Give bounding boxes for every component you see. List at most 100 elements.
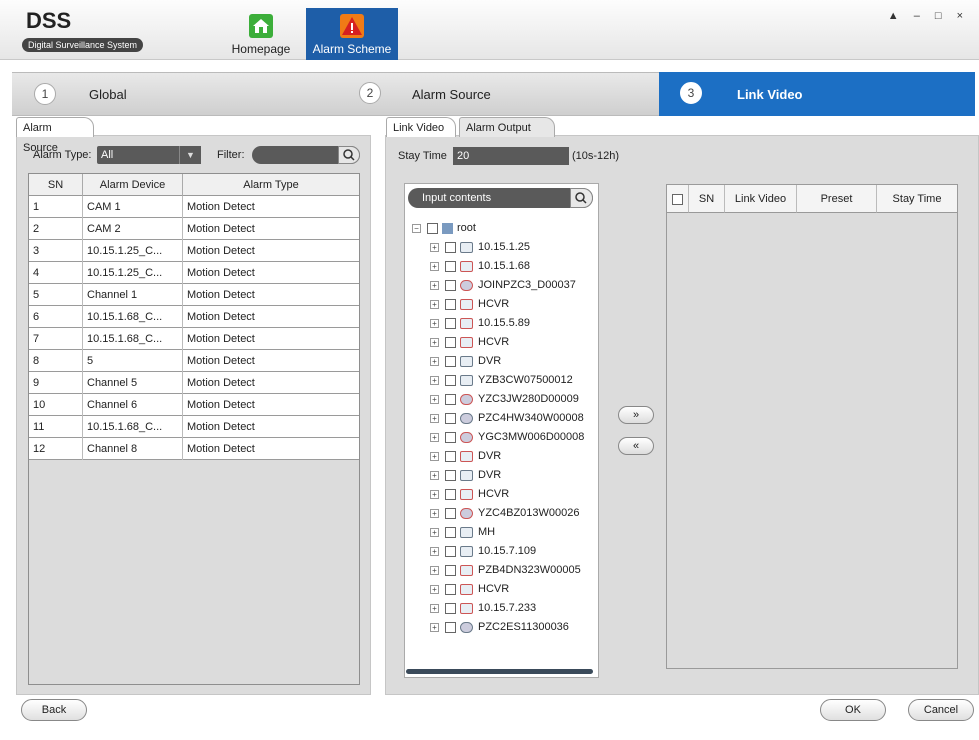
table-row[interactable]: 11 10.15.1.68_C... Motion Detect — [29, 416, 359, 438]
checkbox[interactable] — [445, 526, 456, 538]
checkbox[interactable] — [672, 193, 683, 205]
checkbox[interactable] — [445, 317, 456, 329]
tree-node[interactable]: + DVR — [430, 466, 501, 485]
checkbox[interactable] — [427, 222, 438, 234]
table-row[interactable]: 4 10.15.1.25_C... Motion Detect — [29, 262, 359, 284]
expand-icon[interactable]: + — [430, 546, 439, 556]
tree-search-input[interactable]: Input contents — [408, 188, 593, 208]
expand-icon[interactable]: + — [430, 489, 439, 499]
tree-node[interactable]: + YZC4BZ013W00026 — [430, 504, 580, 523]
tree-node[interactable]: + YZB3CW07500012 — [430, 371, 573, 390]
expand-icon[interactable]: + — [430, 470, 439, 480]
tree-node[interactable]: + PZC4HW340W00008 — [430, 409, 584, 428]
column-header-stay-time[interactable]: Stay Time — [877, 185, 957, 213]
tree-node[interactable]: +10.15.7.109 — [430, 542, 536, 561]
table-row[interactable]: 8 5 Motion Detect — [29, 350, 359, 372]
tab-alarm-source[interactable]: Alarm Source — [16, 117, 94, 154]
tree-node[interactable]: + JOINPZC3_D00037 — [430, 276, 576, 295]
table-row[interactable]: 2 CAM 2 Motion Detect — [29, 218, 359, 240]
checkbox[interactable] — [445, 412, 456, 424]
tree-node[interactable]: + HCVR — [430, 485, 509, 504]
tree-node[interactable]: + DVR — [430, 352, 501, 371]
tree-node[interactable]: + YZC3JW280D00009 — [430, 390, 579, 409]
tab-alarm-output[interactable]: Alarm Output — [459, 117, 555, 137]
remove-link-button[interactable]: « — [618, 437, 654, 455]
expand-icon[interactable]: + — [430, 261, 439, 271]
checkbox[interactable] — [445, 488, 456, 500]
table-row[interactable]: 5 Channel 1 Motion Detect — [29, 284, 359, 306]
checkbox[interactable] — [445, 279, 456, 291]
table-row[interactable]: 12 Channel 8 Motion Detect — [29, 438, 359, 460]
nav-homepage-button[interactable]: Homepage — [226, 10, 296, 60]
collapse-icon[interactable]: − — [412, 223, 421, 233]
expand-icon[interactable]: + — [430, 527, 439, 537]
tree-node[interactable]: +10.15.1.68 — [430, 257, 530, 276]
column-header-sn[interactable]: SN — [689, 185, 725, 213]
tree-node[interactable]: + MH — [430, 523, 495, 542]
step-1-label[interactable]: Global — [89, 87, 127, 102]
checkbox[interactable] — [445, 260, 456, 272]
expand-icon[interactable]: + — [430, 356, 439, 366]
nav-alarm-scheme-button[interactable]: Alarm Scheme — [306, 8, 398, 60]
expand-icon[interactable]: + — [430, 413, 439, 423]
expand-icon[interactable]: + — [430, 451, 439, 461]
checkbox[interactable] — [445, 241, 456, 253]
expand-icon[interactable]: + — [430, 280, 439, 290]
table-row[interactable]: 6 10.15.1.68_C... Motion Detect — [29, 306, 359, 328]
tree-node[interactable]: + PZB4DN323W00005 — [430, 561, 581, 580]
horizontal-scrollbar[interactable] — [406, 669, 593, 674]
table-row[interactable]: 1 CAM 1 Motion Detect — [29, 196, 359, 218]
table-row[interactable]: 3 10.15.1.25_C... Motion Detect — [29, 240, 359, 262]
column-header-link-video[interactable]: Link Video — [725, 185, 797, 213]
checkbox[interactable] — [445, 374, 456, 386]
checkbox[interactable] — [445, 545, 456, 557]
tree-node[interactable]: +10.15.5.89 — [430, 314, 530, 333]
column-header-alarm-type[interactable]: Alarm Type — [183, 174, 359, 196]
step-3-active[interactable] — [659, 72, 975, 116]
checkbox[interactable] — [445, 469, 456, 481]
tree-node[interactable]: + YGC3MW006D00008 — [430, 428, 584, 447]
expand-icon[interactable]: + — [430, 584, 439, 594]
checkbox[interactable] — [445, 355, 456, 367]
chevron-down-icon[interactable]: ▼ — [179, 146, 201, 164]
checkbox[interactable] — [445, 393, 456, 405]
checkbox[interactable] — [445, 431, 456, 443]
expand-icon[interactable]: + — [430, 622, 439, 632]
tree-node[interactable]: + DVR — [430, 447, 501, 466]
search-icon[interactable] — [338, 146, 360, 164]
checkbox[interactable] — [445, 583, 456, 595]
expand-icon[interactable]: + — [430, 375, 439, 385]
expand-icon[interactable]: + — [430, 242, 439, 252]
add-link-button[interactable]: » — [618, 406, 654, 424]
checkbox[interactable] — [445, 298, 456, 310]
step-2-label[interactable]: Alarm Source — [412, 87, 491, 102]
column-header-sn[interactable]: SN — [29, 174, 83, 196]
tree-node[interactable]: +10.15.7.233 — [430, 599, 536, 618]
checkbox[interactable] — [445, 602, 456, 614]
tab-link-video[interactable]: Link Video — [386, 117, 456, 137]
cancel-button[interactable]: Cancel — [908, 699, 974, 721]
column-header-alarm-device[interactable]: Alarm Device — [83, 174, 183, 196]
checkbox[interactable] — [445, 621, 456, 633]
checkbox[interactable] — [445, 450, 456, 462]
checkbox[interactable] — [445, 564, 456, 576]
table-row[interactable]: 7 10.15.1.68_C... Motion Detect — [29, 328, 359, 350]
expand-icon[interactable]: + — [430, 603, 439, 613]
checkbox[interactable] — [445, 507, 456, 519]
table-row[interactable]: 10 Channel 6 Motion Detect — [29, 394, 359, 416]
expand-icon[interactable]: + — [430, 432, 439, 442]
expand-icon[interactable]: + — [430, 565, 439, 575]
expand-icon[interactable]: + — [430, 299, 439, 309]
ok-button[interactable]: OK — [820, 699, 886, 721]
table-row[interactable]: 9 Channel 5 Motion Detect — [29, 372, 359, 394]
tree-node[interactable]: + HCVR — [430, 295, 509, 314]
window-controls[interactable]: ▲ – □ × — [888, 10, 969, 22]
back-button[interactable]: Back — [21, 699, 87, 721]
column-header-preset[interactable]: Preset — [797, 185, 877, 213]
expand-icon[interactable]: + — [430, 318, 439, 328]
select-all-checkbox-cell[interactable] — [667, 185, 689, 213]
stay-time-input[interactable]: 20 — [453, 147, 569, 165]
tree-node[interactable]: + PZC2ES11300036 — [430, 618, 569, 637]
expand-icon[interactable]: + — [430, 337, 439, 347]
tree-node[interactable]: +10.15.1.25 — [430, 238, 530, 257]
